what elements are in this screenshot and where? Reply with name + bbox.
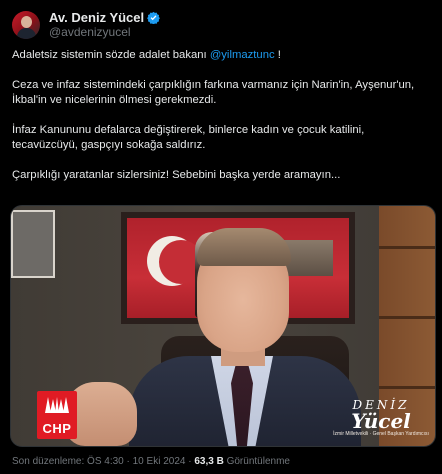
tweet-paragraph-3-line-1: İnfaz Kanununu defalarca değiştirerek, b… [12, 124, 365, 136]
video-name-overlay: DENİZ Yücel İzmir Milletvekili · Genel B… [333, 399, 429, 438]
avatar-suit [17, 28, 36, 39]
tweet-paragraph-4: Çarpıklığı yaratanlar sizlersiniz! Sebeb… [12, 169, 341, 181]
author-display-name[interactable]: Av. Deniz Yücel [49, 10, 144, 25]
tweet-line-1: Adaletsiz sistemin sözde adalet bakanı @… [12, 48, 434, 63]
tweet-paragraph-2-line-1: Ceza ve infaz sistemindeki çarpıklığın f… [12, 79, 415, 91]
tweet-text: Adaletsiz sistemin sözde adalet bakanı @… [12, 48, 434, 183]
video-wall-frame [11, 210, 55, 278]
edited-timestamp[interactable]: Son düzenleme: ÖS 4:30 · 10 Eki 2024 · [12, 456, 194, 467]
mention-link[interactable]: @yilmaztunc [210, 49, 275, 61]
author-block: Av. Deniz Yücel @avdenizyucel [49, 10, 161, 40]
overlay-last-name: Yücel [351, 409, 411, 433]
views-label: Görüntülenme [223, 456, 290, 467]
avatar[interactable] [12, 11, 40, 39]
party-logo-text: CHP [42, 421, 72, 436]
name-row: Av. Deniz Yücel [49, 10, 161, 25]
verified-badge-icon [147, 11, 161, 24]
video-player[interactable]: CHP DENİZ Yücel İzmir Milletvekili · Gen… [10, 205, 436, 447]
author-handle[interactable]: @avdenizyucel [49, 25, 160, 40]
tweet-line-1-suffix: ! [274, 49, 281, 61]
tweet-metadata: Son düzenleme: ÖS 4:30 · 10 Eki 2024 · 6… [12, 456, 290, 467]
overlay-title: İzmir Milletvekili · Genel Başkan Yardım… [333, 431, 429, 437]
tweet-paragraph-2-line-2: İkbal'in ve nicelerinin ölmesi gerekmezd… [12, 94, 217, 106]
video-speaker-hair [197, 228, 291, 266]
avatar-face [21, 16, 32, 28]
tweet-line-1-prefix: Adaletsiz sistemin sözde adalet bakanı [12, 49, 210, 61]
views-count: 63,3 B [194, 456, 224, 467]
party-logo: CHP [37, 391, 77, 439]
tweet-paragraph-3-line-2: tecavüzcüyü, gaspçıyı sokağa saldırız. [12, 139, 206, 151]
party-arrows-icon [45, 397, 69, 413]
tweet-header: Av. Deniz Yücel @avdenizyucel [12, 8, 161, 42]
